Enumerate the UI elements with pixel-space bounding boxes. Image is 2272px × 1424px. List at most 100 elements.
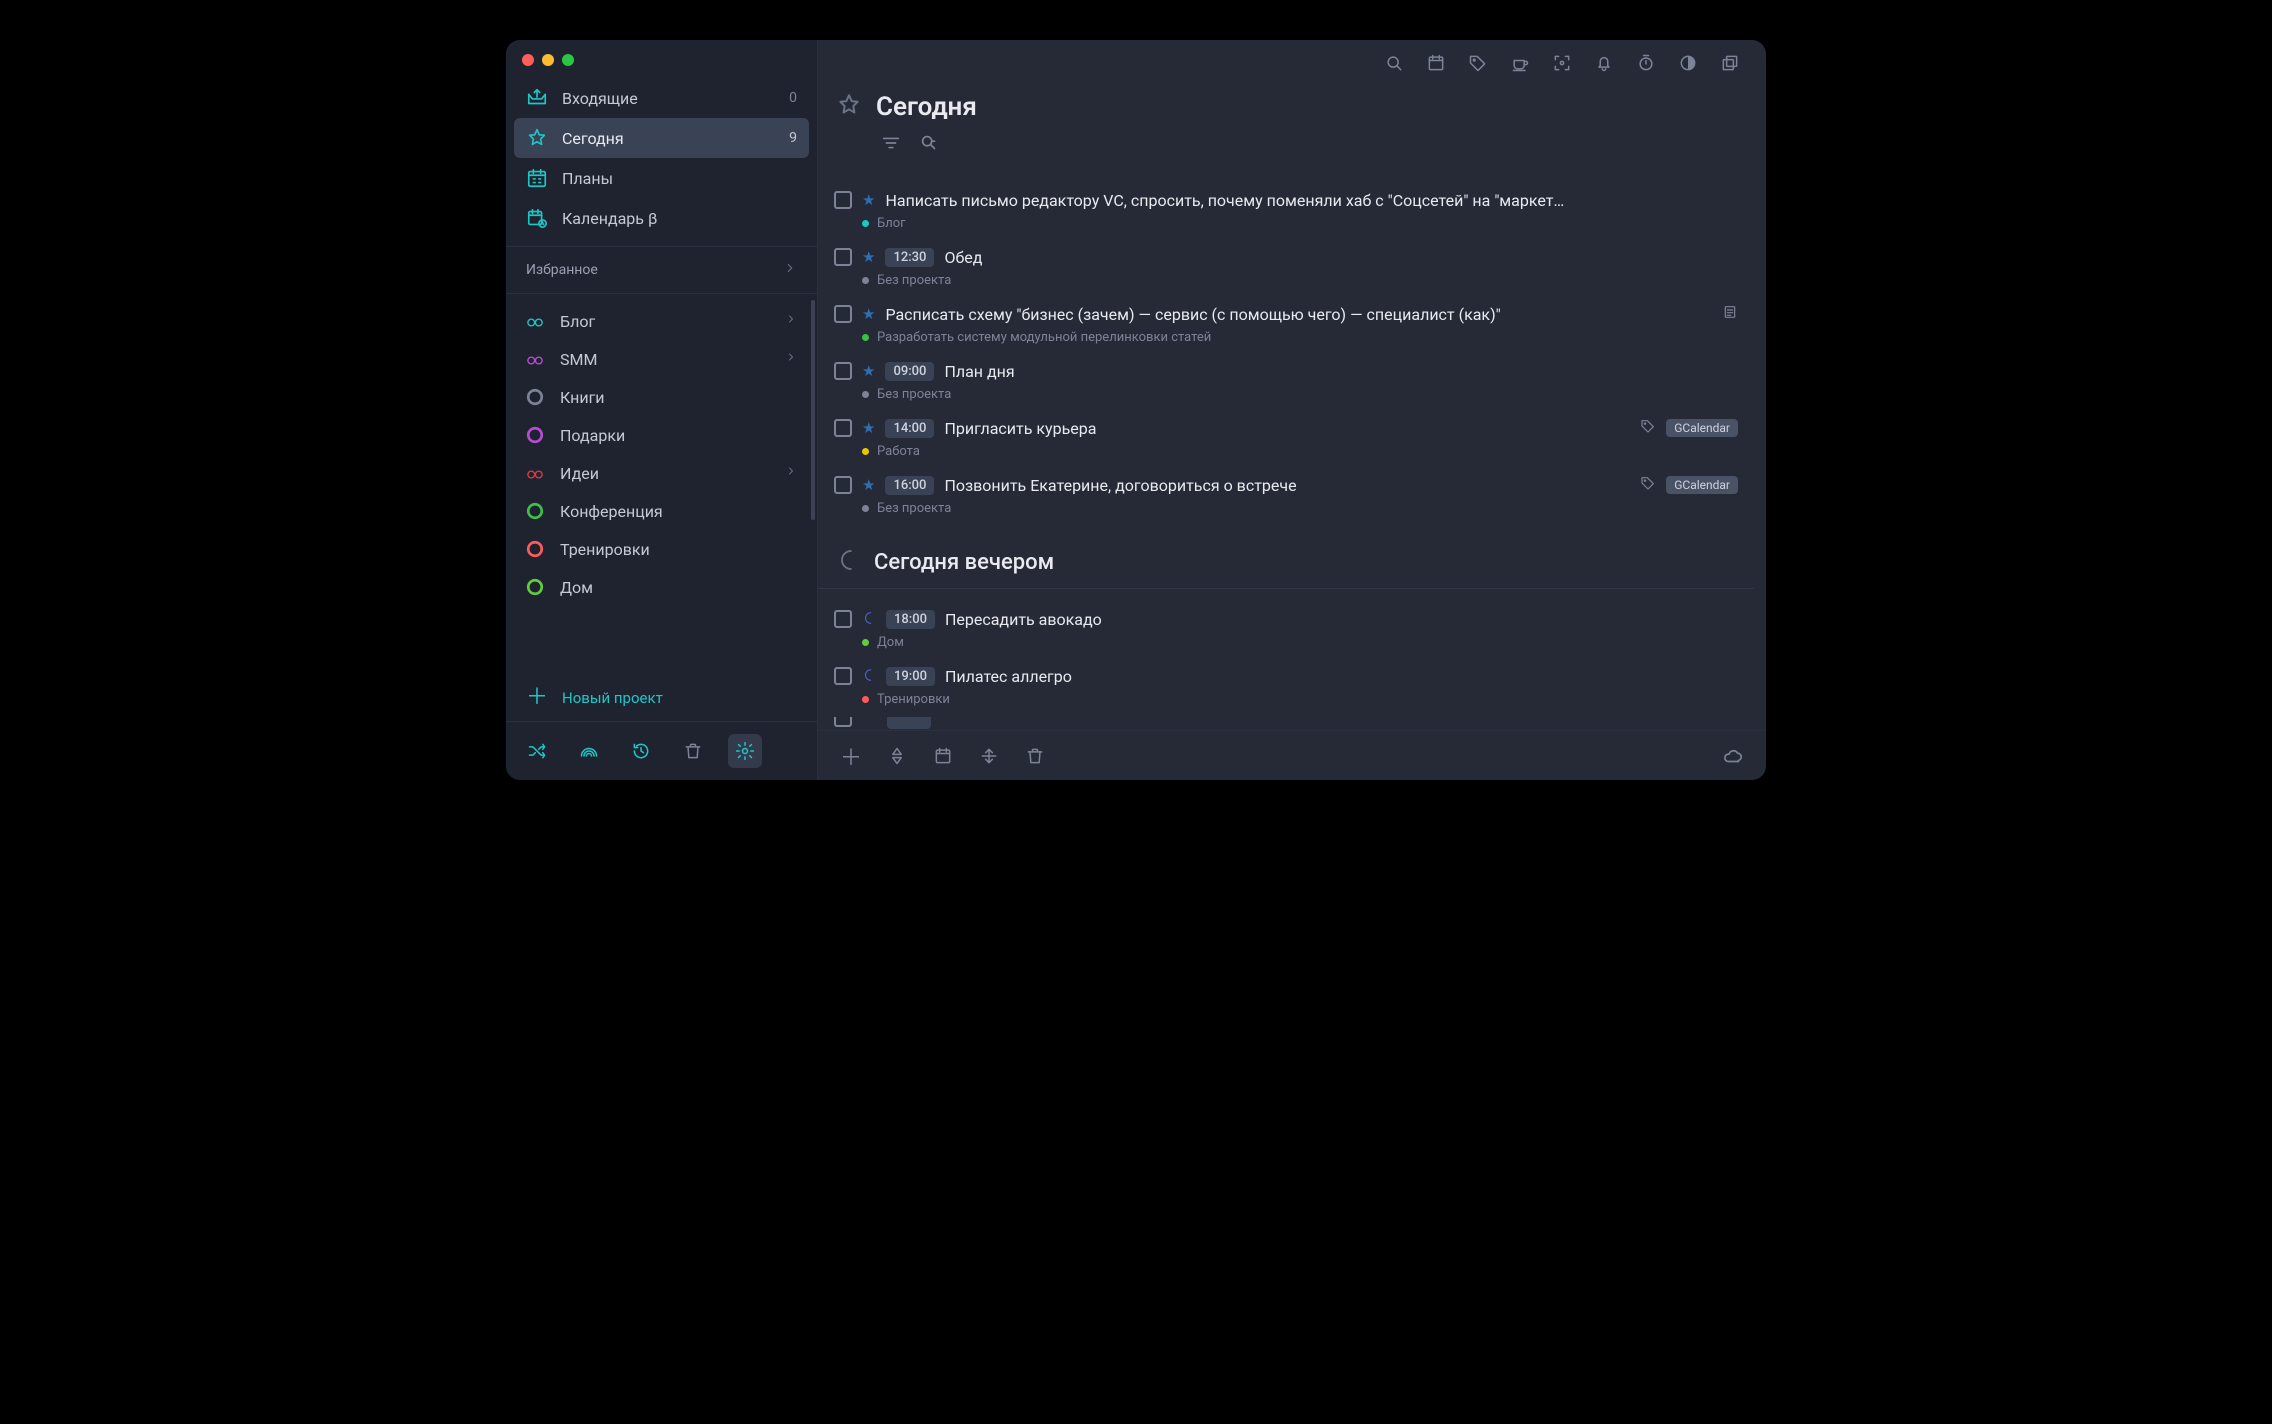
task-project: Без проекта	[877, 387, 951, 402]
nav-label: Входящие	[562, 89, 638, 108]
sync-button[interactable]	[1716, 739, 1750, 773]
coffee-button[interactable]	[1502, 45, 1538, 81]
calendar-grid-icon	[526, 167, 548, 189]
timer-button[interactable]	[1628, 45, 1664, 81]
task-checkbox[interactable]	[834, 610, 852, 628]
project-label: Блог	[560, 312, 595, 331]
project-блог[interactable]: Блог	[514, 302, 809, 340]
view-header: Сегодня	[818, 86, 1754, 126]
project-ring-icon	[526, 578, 544, 596]
task-title: Позвонить Екатерине, договориться о встр…	[944, 476, 1630, 495]
task-project: Дом	[877, 635, 904, 650]
project-тренировки[interactable]: Тренировки	[514, 530, 809, 568]
main-panel: Сегодня ★ Написать письмо редактору VC, …	[818, 40, 1766, 780]
star-filled-icon: ★	[862, 362, 875, 380]
sidebar-bottom-toolbar	[506, 721, 817, 780]
task-title: Пилатес аллегро	[945, 667, 1738, 686]
chevron-right-icon	[785, 351, 797, 367]
star-filled-icon: ★	[862, 305, 875, 323]
filter-button[interactable]	[880, 132, 902, 154]
project-ring-icon	[526, 388, 544, 406]
settings-button[interactable]	[728, 734, 762, 768]
minimize-window-button[interactable]	[542, 54, 554, 66]
task-title: Расписать схему "бизнес (зачем) — сервис…	[885, 305, 1712, 324]
moon-filled-icon	[862, 667, 876, 686]
task-title: Обед	[944, 248, 1738, 267]
task-checkbox[interactable]	[834, 191, 852, 209]
new-project-button[interactable]: ＋ Новый проект	[506, 675, 817, 721]
zoom-window-button[interactable]	[562, 54, 574, 66]
nav-label: Сегодня	[562, 129, 624, 148]
task-item[interactable]: 19:00 Пилатес аллегро Тренировки	[818, 656, 1754, 711]
project-идеи[interactable]: Идеи	[514, 454, 809, 492]
favorites-label: Избранное	[526, 262, 598, 278]
task-tag: GCalendar	[1666, 419, 1738, 437]
partial-cutoff-task	[818, 711, 1754, 730]
content-scroll[interactable]: Сегодня ★ Написать письмо редактору VC, …	[818, 86, 1766, 730]
task-item[interactable]: 18:00 Пересадить авокадо Дом	[818, 599, 1754, 654]
project-color-dot	[862, 220, 869, 227]
trash-button[interactable]	[676, 734, 710, 768]
project-color-dot	[862, 334, 869, 341]
notifications-button[interactable]	[1586, 45, 1622, 81]
task-item[interactable]: ★ 16:00 Позвонить Екатерине, договоритьс…	[818, 465, 1754, 520]
inbox-icon	[526, 87, 548, 109]
shuffle-button[interactable]	[520, 734, 554, 768]
new-window-button[interactable]	[1712, 45, 1748, 81]
close-window-button[interactable]	[522, 54, 534, 66]
project-ring-icon	[526, 540, 544, 558]
nav-plans[interactable]: Планы	[514, 158, 809, 198]
project-книги[interactable]: Книги	[514, 378, 809, 416]
priority-button[interactable]	[880, 739, 914, 773]
favorites-section-toggle[interactable]: Избранное	[506, 246, 817, 294]
task-tag: GCalendar	[1666, 476, 1738, 494]
project-конференция[interactable]: Конференция	[514, 492, 809, 530]
move-button[interactable]	[972, 739, 1006, 773]
project-label: Книги	[560, 388, 605, 407]
sidebar: Входящие 0 Сегодня 9 Планы К	[506, 40, 818, 780]
task-checkbox[interactable]	[834, 667, 852, 685]
nav-inbox[interactable]: Входящие 0	[514, 78, 809, 118]
task-checkbox[interactable]	[834, 419, 852, 437]
task-item[interactable]: ★ 14:00 Пригласить курьера GCalendar Раб…	[818, 408, 1754, 463]
task-item[interactable]: ★ 09:00 План дня Без проекта	[818, 351, 1754, 406]
theme-button[interactable]	[1670, 45, 1706, 81]
evening-section-header[interactable]: Сегодня вечером	[818, 526, 1754, 589]
task-project: Без проекта	[877, 501, 951, 516]
schedule-button[interactable]	[926, 739, 960, 773]
today-task-list: ★ Написать письмо редактору VC, спросить…	[818, 170, 1754, 520]
checkbox[interactable]	[834, 717, 852, 727]
filter-tag-button[interactable]	[918, 132, 940, 154]
task-project: Блог	[877, 216, 906, 231]
project-color-dot	[862, 696, 869, 703]
tag-icon	[1640, 418, 1656, 438]
task-checkbox[interactable]	[834, 248, 852, 266]
evening-task-list: 18:00 Пересадить авокадо Дом 19:00 Пилат…	[818, 589, 1754, 711]
task-checkbox[interactable]	[834, 305, 852, 323]
plus-icon: ＋	[526, 687, 548, 709]
history-button[interactable]	[624, 734, 658, 768]
task-checkbox[interactable]	[834, 476, 852, 494]
rainbow-button[interactable]	[572, 734, 606, 768]
calendar-button[interactable]	[1418, 45, 1454, 81]
nav-label: Календарь β	[562, 209, 657, 228]
task-item[interactable]: ★ Расписать схему "бизнес (зачем) — серв…	[818, 294, 1754, 349]
search-button[interactable]	[1376, 45, 1412, 81]
project-color-dot	[862, 277, 869, 284]
add-task-button[interactable]: ＋	[834, 739, 868, 773]
nav-today[interactable]: Сегодня 9	[514, 118, 809, 158]
project-подарки[interactable]: Подарки	[514, 416, 809, 454]
view-tools	[818, 126, 1754, 170]
star-filled-icon: ★	[862, 191, 875, 209]
scrollbar-thumb[interactable]	[811, 300, 815, 520]
task-item[interactable]: ★ Написать письмо редактору VC, спросить…	[818, 180, 1754, 235]
task-item[interactable]: ★ 12:30 Обед Без проекта	[818, 237, 1754, 292]
nav-calendar[interactable]: Календарь β	[514, 198, 809, 238]
focus-button[interactable]	[1544, 45, 1580, 81]
task-checkbox[interactable]	[834, 362, 852, 380]
delete-button[interactable]	[1018, 739, 1052, 773]
project-label: Конференция	[560, 502, 663, 521]
project-smm[interactable]: SMM	[514, 340, 809, 378]
tag-button[interactable]	[1460, 45, 1496, 81]
project-дом[interactable]: Дом	[514, 568, 809, 606]
